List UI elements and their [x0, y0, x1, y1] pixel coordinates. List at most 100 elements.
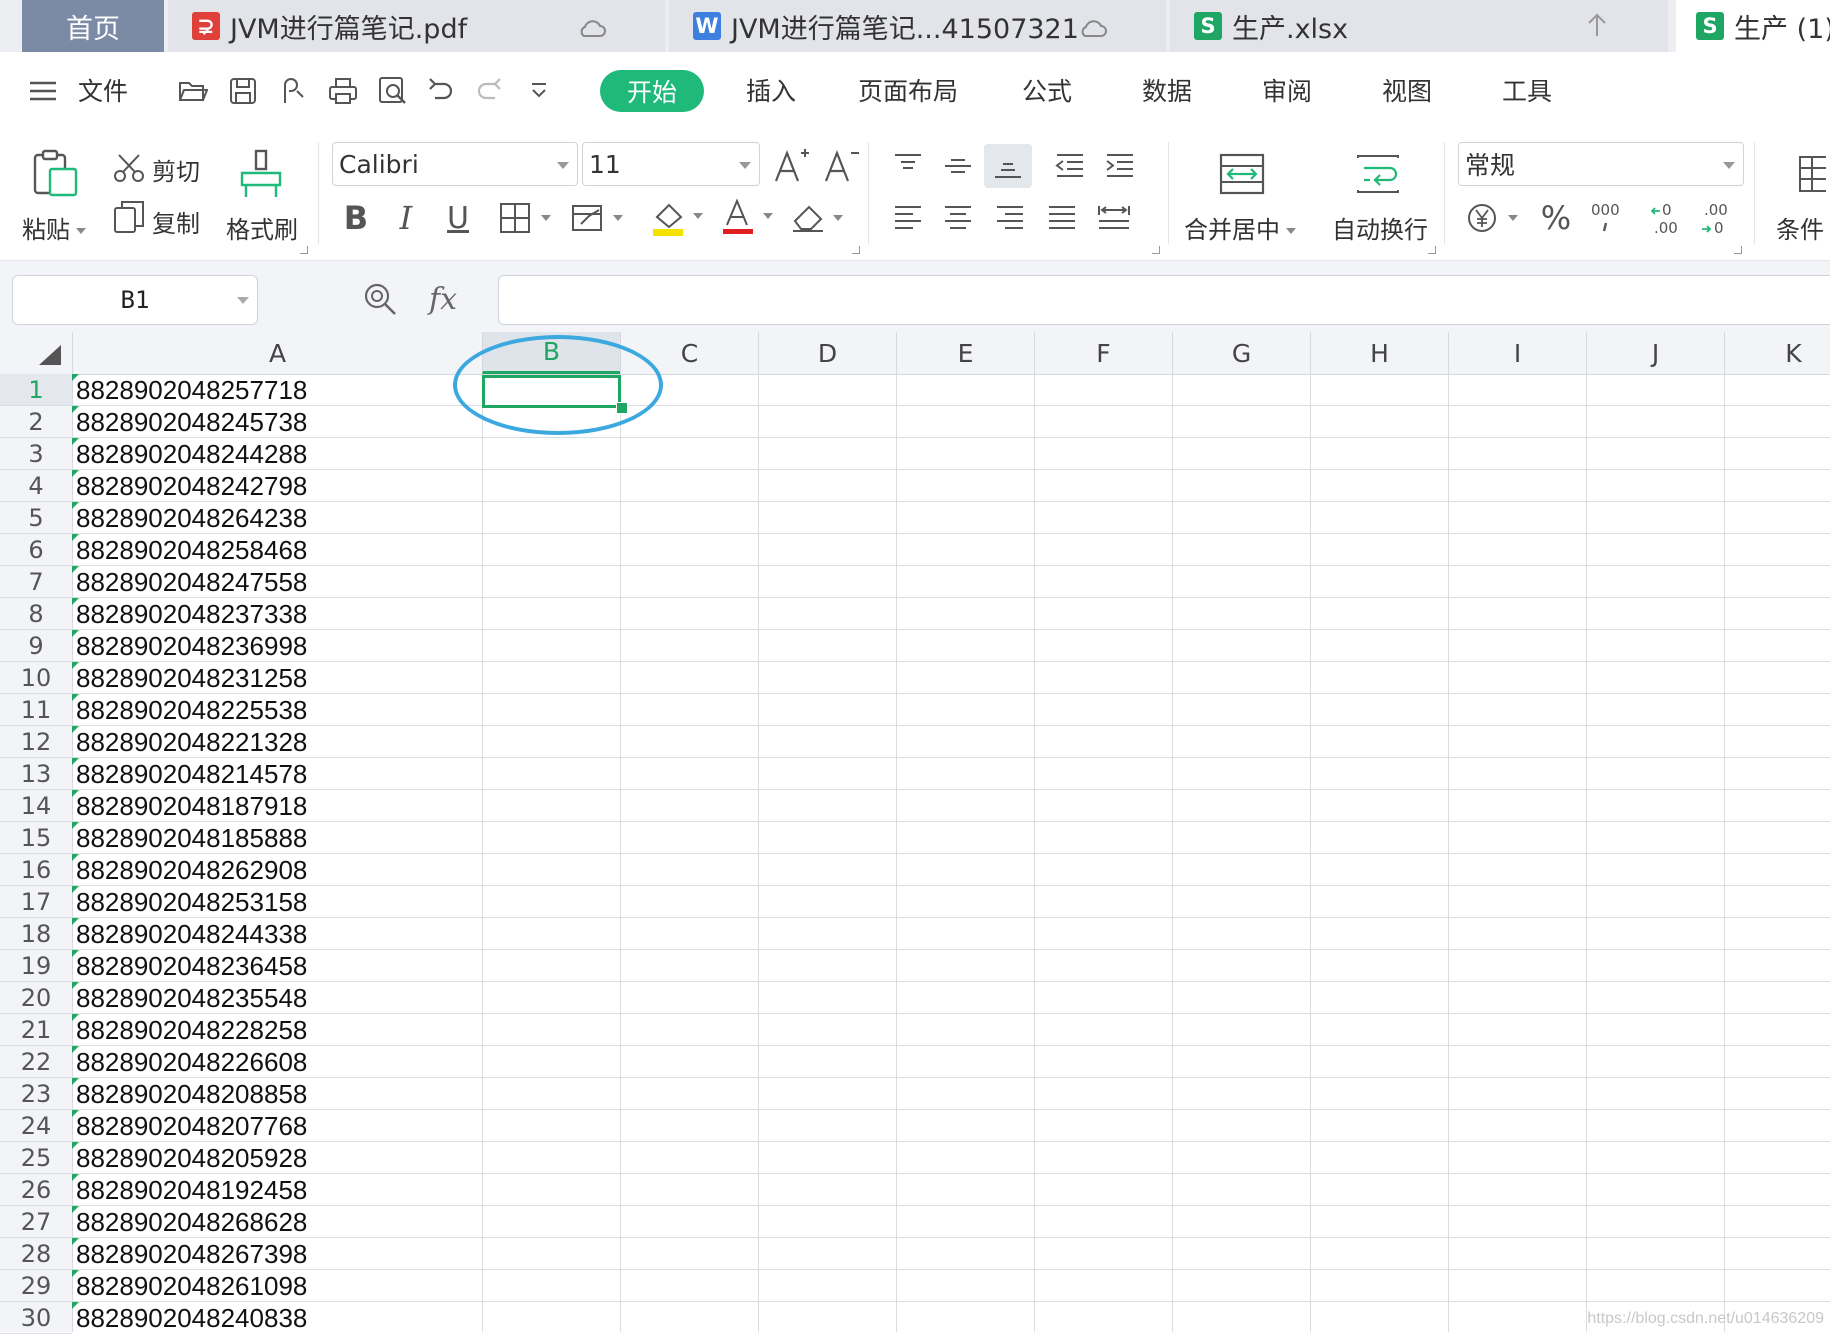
row-header[interactable]: 13 [0, 758, 72, 790]
font-size-select[interactable]: 11 [582, 142, 760, 186]
cell-a26[interactable]: 8828902048192458 [72, 1174, 482, 1206]
underline-icon[interactable]: U [440, 198, 476, 238]
borders-icon[interactable] [496, 198, 556, 238]
cell-a9[interactable]: 8828902048236998 [72, 630, 482, 662]
copy-button[interactable]: 复制 [152, 204, 200, 239]
merge-group-launcher[interactable] [1428, 246, 1436, 254]
cell-a5[interactable]: 8828902048264238 [72, 502, 482, 534]
menu-review[interactable]: 审阅 [1262, 72, 1312, 108]
cell-a28[interactable]: 8828902048267398 [72, 1238, 482, 1270]
increase-decimal-icon[interactable]: 0.00 [1646, 198, 1690, 238]
row-header[interactable]: 10 [0, 662, 72, 694]
paste-button[interactable]: 粘贴 [22, 210, 86, 245]
merge-center-button[interactable]: 合并居中 [1184, 210, 1296, 245]
redo-icon[interactable] [472, 74, 506, 108]
cell-a13[interactable]: 8828902048214578 [72, 758, 482, 790]
row-header[interactable]: 5 [0, 502, 72, 534]
cell-a12[interactable]: 8828902048221328 [72, 726, 482, 758]
row-header[interactable]: 26 [0, 1174, 72, 1206]
cell-a15[interactable]: 8828902048185888 [72, 822, 482, 854]
column-header-e[interactable]: E [896, 332, 1034, 374]
cell-a1[interactable]: 8828902048257718 [72, 374, 482, 406]
alignment-group-launcher[interactable] [1152, 246, 1160, 254]
column-header-a[interactable]: A [72, 332, 482, 374]
column-header-g[interactable]: G [1172, 332, 1310, 374]
menu-start[interactable]: 开始 [600, 70, 704, 112]
row-header[interactable]: 12 [0, 726, 72, 758]
row-header[interactable]: 25 [0, 1142, 72, 1174]
wrap-text-icon[interactable] [1352, 150, 1404, 198]
export-pdf-icon[interactable] [276, 74, 310, 108]
name-box[interactable]: B1 [12, 275, 258, 325]
zoom-search-icon[interactable] [360, 279, 400, 319]
number-format-select[interactable]: 常规 [1458, 142, 1744, 186]
column-header-j[interactable]: J [1586, 332, 1724, 374]
row-header[interactable]: 1 [0, 374, 72, 406]
row-header[interactable]: 4 [0, 470, 72, 502]
align-right-icon[interactable] [990, 200, 1030, 236]
row-header[interactable]: 3 [0, 438, 72, 470]
decrease-font-icon[interactable] [822, 146, 862, 186]
percent-icon[interactable]: % [1536, 198, 1576, 238]
row-header[interactable]: 24 [0, 1110, 72, 1142]
cell-a24[interactable]: 8828902048207768 [72, 1110, 482, 1142]
decrease-indent-icon[interactable] [1050, 148, 1090, 184]
column-header-h[interactable]: H [1310, 332, 1448, 374]
row-header[interactable]: 2 [0, 406, 72, 438]
conditional-format-icon[interactable] [1794, 152, 1828, 196]
align-left-icon[interactable] [888, 200, 928, 236]
font-name-select[interactable]: Calibri [332, 142, 578, 186]
function-fx-button[interactable]: fx [420, 279, 466, 319]
menu-page-layout[interactable]: 页面布局 [858, 72, 958, 108]
menu-formula[interactable]: 公式 [1022, 72, 1072, 108]
cell-a18[interactable]: 8828902048244338 [72, 918, 482, 950]
column-header-d[interactable]: D [758, 332, 896, 374]
row-header[interactable]: 19 [0, 950, 72, 982]
open-folder-icon[interactable] [176, 74, 210, 108]
menu-insert[interactable]: 插入 [746, 72, 796, 108]
undo-icon[interactable] [424, 74, 458, 108]
row-header[interactable]: 20 [0, 982, 72, 1014]
eraser-icon[interactable] [788, 198, 848, 238]
row-header[interactable]: 6 [0, 534, 72, 566]
cell-a30[interactable]: 8828902048240838 [72, 1302, 482, 1332]
row-header[interactable]: 14 [0, 790, 72, 822]
format-painter-button[interactable]: 格式刷 [226, 210, 298, 245]
number-group-launcher[interactable] [1734, 246, 1742, 254]
align-center-icon[interactable] [938, 200, 978, 236]
row-header[interactable]: 9 [0, 630, 72, 662]
row-header[interactable]: 15 [0, 822, 72, 854]
hamburger-menu-icon[interactable] [26, 74, 60, 108]
clipboard-group-launcher[interactable] [300, 246, 308, 254]
upload-arrow-icon[interactable] [1586, 12, 1608, 45]
scissors-icon[interactable] [112, 152, 146, 184]
align-middle-icon[interactable] [938, 148, 978, 184]
fill-color-icon[interactable] [648, 196, 708, 240]
tab-doc[interactable]: W JVM进行篇笔记...41507321 [669, 0, 1166, 52]
menu-file[interactable]: 文件 [78, 72, 128, 108]
cell-a11[interactable]: 8828902048225538 [72, 694, 482, 726]
row-header[interactable]: 18 [0, 918, 72, 950]
row-header[interactable]: 7 [0, 566, 72, 598]
cell-a8[interactable]: 8828902048237338 [72, 598, 482, 630]
cell-a4[interactable]: 8828902048242798 [72, 470, 482, 502]
cell-a25[interactable]: 8828902048205928 [72, 1142, 482, 1174]
cut-button[interactable]: 剪切 [152, 152, 200, 187]
cell-a10[interactable]: 8828902048231258 [72, 662, 482, 694]
cell-a27[interactable]: 8828902048268628 [72, 1206, 482, 1238]
row-header[interactable]: 28 [0, 1238, 72, 1270]
select-all-icon[interactable] [36, 342, 64, 368]
bold-icon[interactable]: B [338, 198, 374, 238]
row-header[interactable]: 11 [0, 694, 72, 726]
cell-a3[interactable]: 8828902048244288 [72, 438, 482, 470]
font-color-icon[interactable] [718, 196, 778, 240]
wrap-text-button[interactable]: 自动换行 [1332, 210, 1428, 245]
merge-center-icon[interactable] [1216, 150, 1268, 198]
format-painter-icon[interactable] [236, 148, 286, 200]
save-icon[interactable] [226, 74, 260, 108]
distributed-align-icon[interactable] [1094, 200, 1134, 236]
cell-a19[interactable]: 8828902048236458 [72, 950, 482, 982]
cell-a14[interactable]: 8828902048187918 [72, 790, 482, 822]
row-header[interactable]: 21 [0, 1014, 72, 1046]
thousands-separator-icon[interactable]: 000 [1586, 198, 1626, 238]
